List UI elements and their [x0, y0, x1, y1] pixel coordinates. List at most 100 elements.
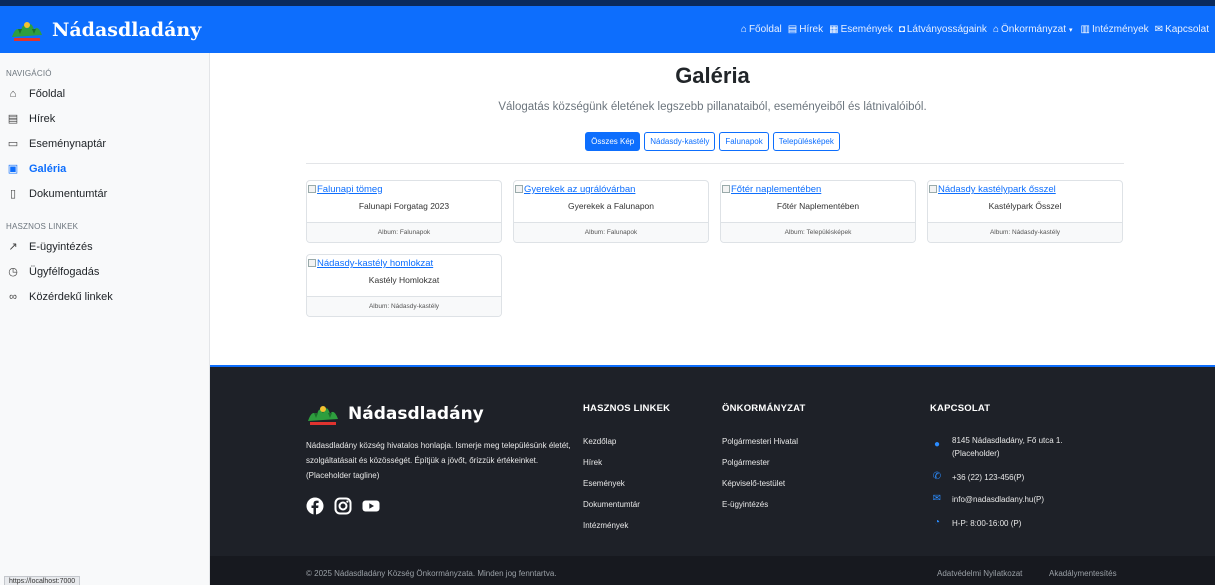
link-icon: ∞ — [9, 290, 17, 303]
card-title: Gyerekek a Falunapon — [568, 201, 654, 211]
footer-municipality-title: ÖNKORMÁNYZAT — [722, 403, 806, 414]
footer-link-mayors-office[interactable]: Polgármesteri Hivatal — [722, 437, 798, 446]
image-icon: ▣ — [7, 163, 19, 175]
clock-icon: ◷ — [8, 266, 18, 278]
nav-contact[interactable]: ✉ Kapcsolat — [1155, 24, 1209, 35]
card-title: Kastélypark Ősszel — [988, 201, 1062, 211]
coat-of-arms-logo — [12, 21, 42, 41]
card-title: Falunapi Forgatag 2023 — [358, 201, 450, 211]
envelope-icon: ✉ — [932, 493, 942, 504]
footer-brand[interactable]: Nádasdladány — [306, 401, 484, 427]
bank-icon: ⌂ — [992, 24, 999, 35]
footer-link-institutions[interactable]: Intézmények — [583, 521, 628, 530]
contact-email[interactable]: ✉ info@nadasdladany.hu(P) — [930, 493, 1044, 506]
broken-image-icon — [929, 185, 937, 193]
gallery-card[interactable]: Főtér naplementében Főtér Naplementében … — [720, 180, 916, 243]
card-album: Album: Falunapok — [514, 222, 708, 242]
broken-image-link[interactable]: Nádasdy-kastély homlokzat — [307, 255, 501, 272]
gallery-filters: Összes Kép Nádasdy-kastély Falunapok Tel… — [210, 132, 1215, 151]
nav-events[interactable]: ▦ Események — [829, 24, 893, 35]
footer-link-council[interactable]: Képviselő-testület — [722, 479, 785, 488]
building-icon: ▥ — [1080, 24, 1090, 35]
card-title: Kastély Homlokzat — [368, 275, 440, 285]
filter-all-button[interactable]: Összes Kép — [585, 132, 641, 151]
footer-link-e-administration[interactable]: E-ügyintézés — [722, 500, 768, 509]
sidebar-item-e-administration[interactable]: ↗ E-ügyintézés — [0, 234, 209, 259]
broken-image-link[interactable]: Nádasdy kastélypark ősszel — [928, 181, 1122, 198]
footer-links-title: HASZNOS LINKEK — [583, 403, 671, 414]
instagram-icon[interactable] — [334, 497, 352, 515]
filter-townscapes-button[interactable]: Településképek — [772, 132, 840, 151]
brand-name: Nádasdladány — [52, 18, 202, 41]
footer-link-home[interactable]: Kezdőlap — [583, 437, 616, 446]
nav-institutions[interactable]: ▥ Intézmények — [1081, 24, 1149, 35]
top-nav: ⌂ Főoldal ▤ Hírek ▦ Események ◘ Látványosság… — [735, 6, 1209, 53]
broken-image-icon — [515, 185, 523, 193]
footer-link-news[interactable]: Hírek — [583, 458, 602, 467]
brand-link[interactable]: Nádasdladány — [0, 6, 201, 53]
sidebar-links-heading: HASZNOS LINKEK — [6, 222, 79, 231]
clock-icon: ◔ — [933, 517, 941, 528]
camera-icon: ◘ — [898, 24, 905, 35]
sidebar: NAVIGÁCIÓ ⌂ Főoldal ▤ Hírek ▭ Eseménynaptár… — [0, 53, 210, 585]
facebook-icon[interactable] — [306, 497, 324, 515]
broken-image-link[interactable]: Gyerekek az ugrálóvárban — [514, 181, 708, 198]
coat-of-arms-logo — [308, 406, 338, 425]
nav-sights[interactable]: ◘ Látványosságaink — [899, 24, 987, 35]
footer-link-events[interactable]: Események — [583, 479, 625, 488]
copyright-text: © 2025 Nádasdladány Község Önkormányzata… — [306, 569, 557, 578]
gallery-card[interactable]: Nádasdy-kastély homlokzat Kastély Homlok… — [306, 254, 502, 317]
newspaper-icon: ▤ — [7, 113, 19, 125]
footer-brand-name: Nádasdladány — [348, 404, 484, 424]
sidebar-item-home[interactable]: ⌂ Főoldal — [0, 81, 209, 106]
sidebar-item-news[interactable]: ▤ Hírek — [0, 106, 209, 131]
sidebar-item-calendar[interactable]: ▭ Eseménynaptár — [0, 131, 209, 156]
footer-contact-title: KAPCSOLAT — [930, 403, 991, 414]
broken-image-icon — [308, 185, 316, 193]
footer-link-mayor[interactable]: Polgármester — [722, 458, 770, 467]
broken-image-link[interactable]: Főtér naplementében — [721, 181, 915, 198]
card-album: Album: Településképek — [721, 222, 915, 242]
main-content: Galéria Válogatás községünk életének leg… — [210, 53, 1215, 365]
broken-image-icon — [722, 185, 730, 193]
social-links — [306, 497, 390, 515]
sidebar-item-office-hours[interactable]: ◷ Ügyfélfogadás — [0, 259, 209, 284]
newspaper-icon: ▤ — [787, 24, 798, 35]
contact-phone[interactable]: ✆ +36 (22) 123-456(P) — [930, 471, 1024, 484]
filter-village-days-button[interactable]: Falunapok — [719, 132, 769, 151]
page-subtitle: Válogatás községünk életének legszebb pi… — [498, 101, 927, 113]
privacy-link[interactable]: Adatvédelmi Nyilatkozat — [937, 569, 1022, 578]
envelope-icon: ✉ — [1154, 24, 1164, 35]
gallery-card[interactable]: Falunapi tömeg Falunapi Forgatag 2023 Al… — [306, 180, 502, 243]
nav-home[interactable]: ⌂ Főoldal — [741, 24, 782, 35]
home-icon: ⌂ — [740, 24, 747, 35]
card-album: Album: Falunapok — [307, 222, 501, 242]
external-link-icon: ↗ — [8, 241, 18, 253]
nav-municipality-dropdown[interactable]: ⌂ Önkormányzat ▾ — [993, 24, 1075, 35]
filter-castle-button[interactable]: Nádasdy-kastély — [644, 132, 716, 151]
broken-image-link[interactable]: Falunapi tömeg — [307, 181, 501, 198]
broken-image-icon — [308, 259, 316, 267]
card-album: Album: Nádasdy-kastély — [307, 296, 501, 316]
accessibility-link[interactable]: Akadálymentesítés — [1049, 569, 1117, 578]
sidebar-item-public-links[interactable]: ∞ Közérdekű linkek — [0, 284, 209, 309]
youtube-icon[interactable] — [362, 497, 380, 515]
footer-link-documents[interactable]: Dokumentumtár — [583, 500, 640, 509]
phone-icon: ✆ — [932, 471, 942, 482]
home-icon: ⌂ — [9, 87, 17, 100]
sidebar-item-documents[interactable]: ▯ Dokumentumtár — [0, 181, 209, 206]
section-divider — [306, 163, 1124, 164]
calendar-icon: ▭ — [7, 138, 19, 150]
top-navbar: Nádasdladány ⌂ Főoldal ▤ Hírek ▦ Események … — [0, 0, 1215, 53]
contact-address: ● 8145 Nádasdladány, Fő utca 1. (Placehol… — [930, 434, 1063, 460]
page-title: Galéria — [675, 63, 750, 88]
map-pin-icon: ● — [933, 439, 941, 450]
calendar-icon: ▦ — [829, 24, 839, 35]
contact-hours: ◔ H-P: 8:00-16:00 (P) — [930, 517, 1021, 530]
gallery-card[interactable]: Gyerekek az ugrálóvárban Gyerekek a Falu… — [513, 180, 709, 243]
card-title: Főtér Naplementében — [776, 201, 860, 211]
gallery-card[interactable]: Nádasdy kastélypark ősszel Kastélypark Ő… — [927, 180, 1123, 243]
nav-news[interactable]: ▤ Hírek — [788, 24, 823, 35]
card-album: Album: Nádasdy-kastély — [928, 222, 1122, 242]
sidebar-item-gallery[interactable]: ▣ Galéria — [0, 156, 209, 181]
